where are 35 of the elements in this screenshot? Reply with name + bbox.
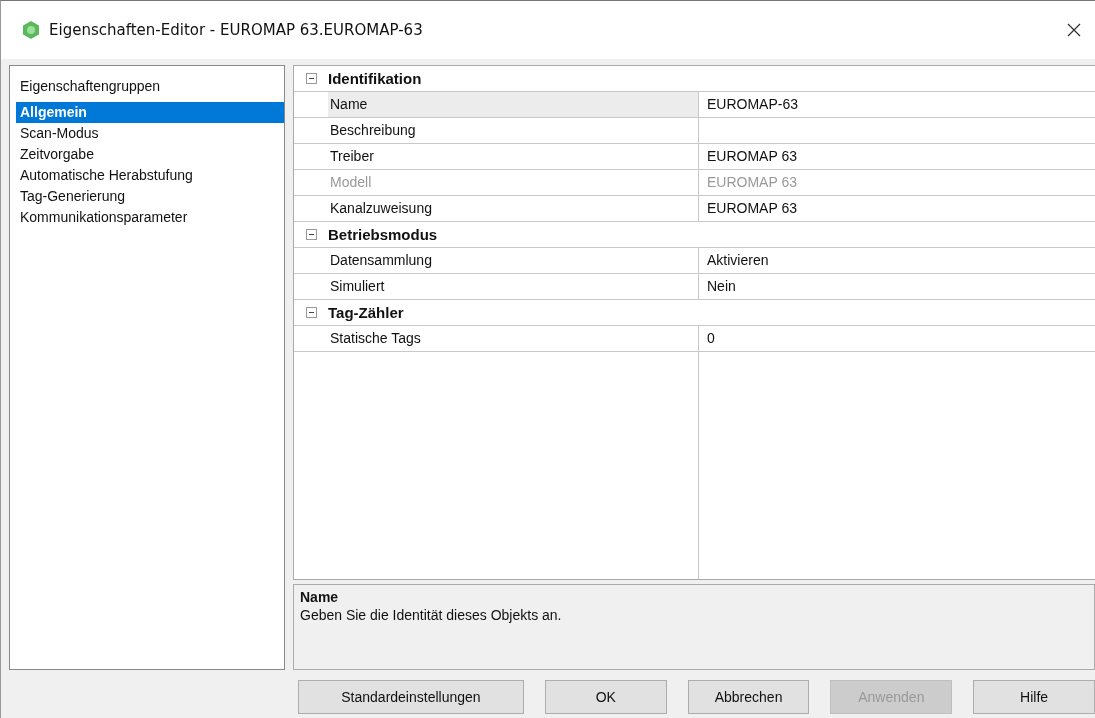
collapse-icon[interactable] [305,307,317,318]
property-name[interactable]: Name [328,92,699,117]
property-name[interactable]: Datensammlung [328,248,699,273]
group-item[interactable]: Tag-Generierung [16,186,284,207]
collapse-icon[interactable] [305,229,317,240]
dialog-button[interactable]: Hilfe [973,680,1095,714]
group-item[interactable]: Kommunikationsparameter [16,207,284,228]
group-item[interactable]: Automatische Herabstufung [16,165,284,186]
collapse-icon[interactable] [305,73,317,84]
group-item[interactable]: Zeitvorgabe [16,144,284,165]
app-logo-icon [21,20,41,40]
description-text: Geben Sie die Identität dieses Objekts an. [300,607,563,623]
property-name[interactable]: Beschreibung [328,118,699,143]
property-name[interactable]: Simuliert [328,274,699,299]
category-title: Betriebsmodus [328,226,438,243]
property-value[interactable]: 0 [707,330,715,346]
description-title: Name [300,589,340,605]
close-icon[interactable] [1067,23,1081,37]
category-title: Identifikation [328,70,422,87]
group-item[interactable]: Allgemein [16,102,284,123]
dialog-button[interactable]: OK [544,680,667,714]
property-name[interactable]: Treiber [328,144,699,169]
property-name[interactable]: Kanalzuweisung [328,196,699,221]
property-value[interactable]: EUROMAP 63 [707,200,797,216]
property-value[interactable]: Aktivieren [707,252,769,268]
category-title: Tag-Zähler [328,304,404,321]
property-value[interactable]: Nein [707,278,736,294]
dialog-button[interactable]: Abbrechen [687,680,810,714]
group-list-heading: Eigenschaftengruppen [19,77,162,96]
group-item[interactable]: Scan-Modus [16,123,284,144]
property-value[interactable]: EUROMAP-63 [707,96,799,112]
window-title: Eigenschaften-Editor - EUROMAP 63.EUROMAP-63 [49,21,424,39]
property-name[interactable]: Statische Tags [328,326,699,351]
property-value[interactable]: EUROMAP 63 [707,148,797,164]
dialog-button[interactable]: Standardeinstellungen [298,680,524,714]
